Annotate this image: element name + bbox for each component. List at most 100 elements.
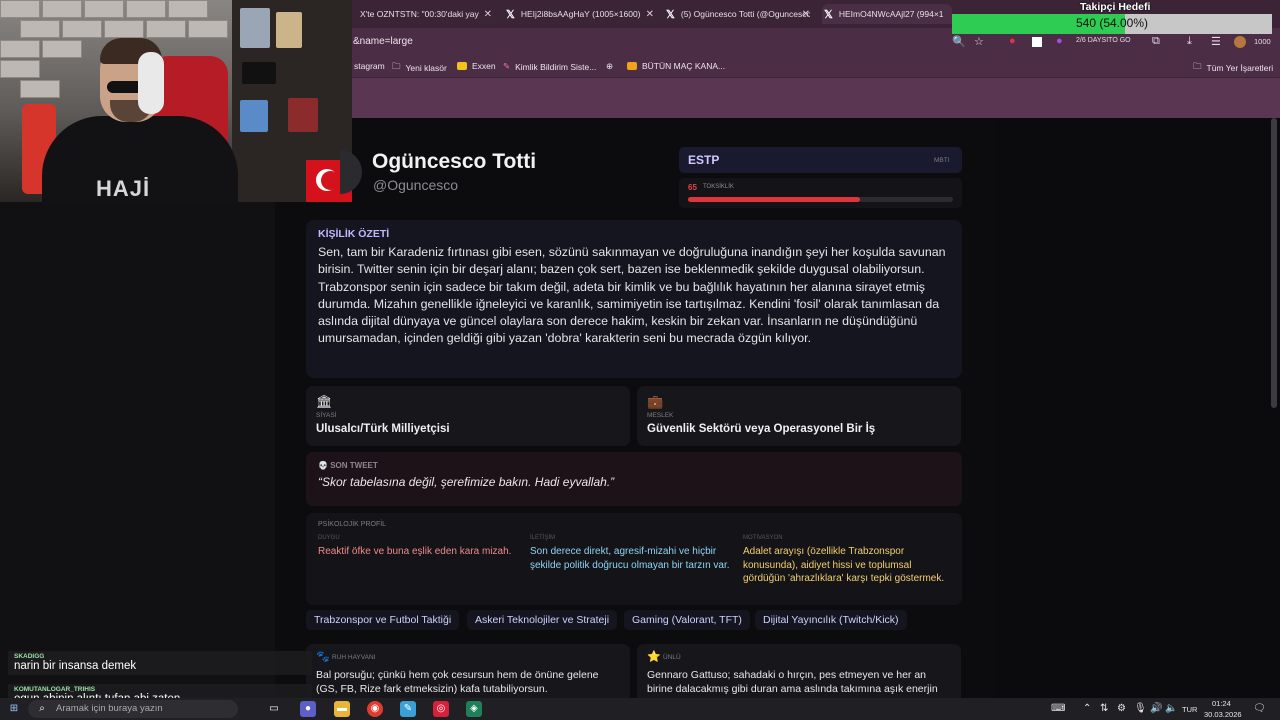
keyboard-icon[interactable]: ⌨ [1051,703,1065,714]
download-icon[interactable]: ⤓ [1187,35,1192,48]
browser-tab[interactable]: X'te OZNTSTN: "00:30'daki yay ✕ [360,4,492,24]
toxicity-label: TOKSİKLİK [703,184,734,190]
browser-tab[interactable]: 𝕏 (5) Ogüncesco Totti (@Oguncesco ✕ [666,4,810,24]
profile-name: Ogüncesco Totti [372,150,537,173]
all-bookmarks[interactable]: 🗀 Tüm Yer İşaretleri [1193,61,1273,75]
extension-badge-label: DAYSITO GO [1087,37,1131,44]
extension-red-icon[interactable]: ● [1009,35,1016,47]
bookmark-item[interactable]: ⊕ [606,61,613,72]
search-icon[interactable]: 🔍 [952,35,966,48]
browser-tab[interactable]: 𝕏 HEIj2i8bsAAgHaY (1005×1600) ✕ [506,4,654,24]
bookmark-item[interactable]: Exxen [457,61,496,71]
politics-card: 🏛 SİYASİ Ulusalcı/Türk Milliyetçisi [306,386,630,446]
celebrity-label: ÜNLÜ [663,654,681,661]
bookmark-item[interactable]: BÜTÜN MAÇ KANA... [627,61,725,71]
extension-purple-icon[interactable]: ● [1056,35,1063,47]
extension-count: 1000 [1254,37,1271,46]
profile-handle: @Oguncesco [373,177,459,193]
extension-white-icon[interactable] [1032,37,1042,47]
chat-username: SKADIGG [14,653,45,660]
tab-close-icon[interactable]: ✕ [802,9,810,20]
tab-close-icon[interactable]: ✕ [484,9,492,20]
exxen-icon [457,62,467,70]
microphone-icon[interactable]: 🎙 [1134,703,1147,714]
extension-badge-count: 2/6 [1076,37,1086,44]
spirit-animal-label: RUH HAYVANI [332,654,376,661]
extensions-puzzle-icon[interactable]: ⧉ [1152,35,1160,48]
notifications-icon[interactable]: 🗨 [1253,703,1266,714]
clock-time[interactable]: 01:24 [1212,699,1231,708]
profile-avatar-icon[interactable] [1234,36,1246,48]
interest-tag: Dijital Yayıncılık (Twitch/Kick) [755,610,907,630]
folder-icon: 🗀 [1193,61,1202,71]
last-tweet-text: “Skor tabelasına değil, şerefimize bakın… [318,475,615,489]
bookmark-label: stagram [354,61,385,71]
globe-icon: ⊕ [606,61,614,71]
url-field[interactable]: &name=large [353,36,413,47]
extension-badge[interactable]: 2/6 DAYSITO GO [1076,37,1131,44]
interest-tag: Gaming (Valorant, TFT) [624,610,750,630]
volume-icon[interactable]: 🔊 [1150,703,1162,714]
job-value: Güvenlik Sektörü veya Operasyonel Bir İş [647,423,876,435]
task-view-icon[interactable]: ▭ [266,701,282,717]
psychology-motivation: MOTİVASYON Adalet arayışı (özellikle Tra… [743,535,947,586]
x-logo-icon: 𝕏 [824,8,833,21]
bookmark-item[interactable]: stagram [354,61,385,71]
page-left-margin [0,118,275,698]
politics-label: SİYASİ [316,412,337,419]
bookmark-star-icon[interactable]: ☆ [974,35,984,48]
app-tray-icon[interactable]: ⚙ [1117,703,1126,714]
job-label: MESLEK [647,412,674,419]
interest-tag: Askeri Teknolojiler ve Strateji [467,610,618,630]
folder-icon: 🗀 [392,61,401,71]
app-icon-teams[interactable]: ● [300,701,316,717]
chrome-icon[interactable]: ◉ [367,701,383,717]
jp-icon [627,62,637,70]
network-icon[interactable]: ⇅ [1100,703,1108,714]
chevron-up-icon[interactable]: ⌃ [1083,703,1091,714]
bookmark-item[interactable]: 🗀 Yeni klasör [392,61,447,75]
toxicity-value: 65 [688,183,697,192]
last-tweet-label-text: SON TWEET [330,461,378,470]
follower-goal-title: Takipçi Hedefi [1080,1,1151,13]
psychology-communication: İLETİŞİM Son derece direkt, agresif-miza… [530,535,734,572]
communication-text: Son derece direkt, agresif-mizahi ve hiç… [530,546,730,571]
follower-goal-text: 540 (54.00%) [1075,16,1149,30]
search-icon: ⌕ [39,703,45,714]
chat-message: SKADIGG narin bir insansa demek [8,651,312,675]
browser-tab-active[interactable]: 𝕏 HEImO4NWcAAjl27 (994×1 [822,4,952,24]
speaker-icon[interactable]: 🔈 [1165,703,1177,714]
personality-summary-text: Sen, tam bir Karadeniz fırtınası gibi es… [318,245,946,346]
politics-value: Ulusalcı/Türk Milliyetçisi [316,423,450,435]
windows-start-icon[interactable]: ⊞ [6,701,22,717]
x-logo-icon: 𝕏 [506,8,515,21]
chat-text: narin bir insansa demek [14,660,137,672]
page-scrollbar[interactable] [1271,118,1277,408]
motivation-label: MOTİVASYON [743,535,783,541]
psychology-emotion: DUYGU Reaktif öfke ve buna eşlik eden ka… [318,535,522,559]
tab-title: X'te OZNTSTN: "00:30'daki yay [360,9,479,19]
app-icon-red[interactable]: ◎ [433,701,449,717]
language-indicator[interactable]: TUR [1182,705,1197,714]
taskbar-search-placeholder: Aramak için buraya yazın [56,703,163,714]
tab-close-icon[interactable]: ✕ [646,9,654,20]
clock-date[interactable]: 30.03.2026 [1204,710,1242,719]
page-right-margin [995,118,1280,698]
paw-icon: 🐾 [316,651,330,663]
reading-list-icon[interactable]: ☰ [1211,35,1221,48]
bookmark-label: Tüm Yer İşaretleri [1206,63,1274,73]
app-icon-green[interactable]: ◈ [466,701,482,717]
personality-summary-heading: KİŞİLİK ÖZETİ [318,228,390,240]
bookmark-label: Exxen [472,61,496,71]
interest-tag: Trabzonspor ve Futbol Taktiği [306,610,460,630]
mbti-label: MBTI [934,157,950,164]
bookmark-item[interactable]: ✎ Kimlik Bildirim Siste... [503,61,596,72]
tab-title: HEImO4NWcAAjl27 (994×1 [838,9,944,19]
briefcase-icon: 💼 [647,394,664,409]
spirit-animal-text: Bal porsuğu; çünkü hem çok cesursun hem … [316,669,599,695]
folder-icon[interactable]: ▬ [334,701,350,717]
tab-title: (5) Ogüncesco Totti (@Oguncesco [680,9,810,19]
headphones [138,52,164,114]
notepad-icon[interactable]: ✎ [400,701,416,717]
celebrity-card: ⭐ ÜNLÜ Gennaro Gattuso; sahadaki o hırçı… [637,644,961,704]
